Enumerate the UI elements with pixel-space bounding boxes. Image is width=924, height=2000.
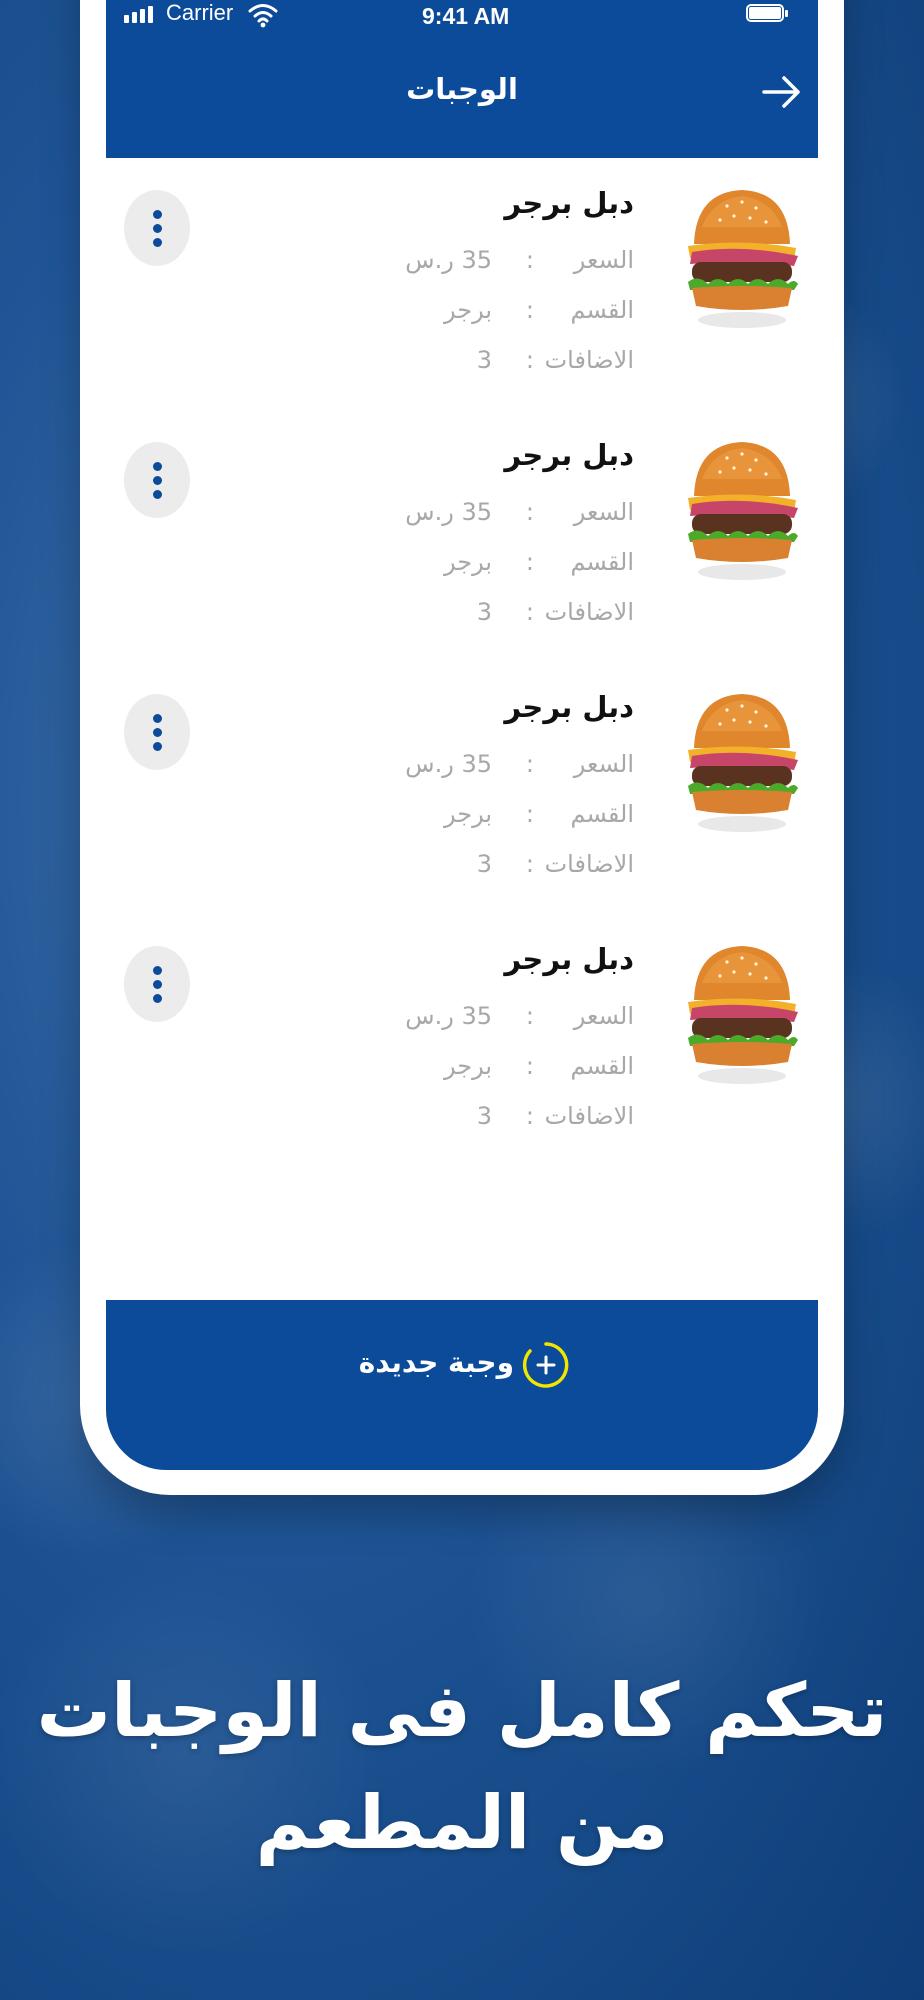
more-options-icon[interactable]: [124, 694, 190, 770]
price-row: السعر : 35 ر.س: [334, 498, 634, 538]
category-row: القسم : برجر: [334, 296, 634, 336]
colon: :: [525, 750, 534, 778]
price-label: السعر: [573, 246, 634, 274]
category-value: برجر: [444, 548, 492, 576]
promo-line-1: تحكم كامل فى الوجبات: [36, 1668, 888, 1754]
category-label: القسم: [570, 548, 634, 576]
addons-label: الاضافات: [544, 1102, 634, 1130]
price-label: السعر: [573, 1002, 634, 1030]
addons-label: الاضافات: [544, 598, 634, 626]
category-row: القسم : برجر: [334, 800, 634, 840]
addons-value: 3: [476, 1102, 492, 1130]
wifi-icon: [248, 4, 278, 28]
page-title: الوجبات: [406, 72, 518, 106]
phone-frame: Carrier 9:41 AM الوجبات دبل برجر السعر:…: [80, 0, 844, 1495]
colon: :: [525, 1052, 534, 1080]
addons-row: الاضافات : 3: [334, 346, 634, 386]
addons-value: 3: [476, 598, 492, 626]
price-label: السعر: [573, 498, 634, 526]
signal-icon: [124, 6, 153, 23]
arrow-right-icon[interactable]: [760, 70, 804, 114]
addons-value: 3: [476, 346, 492, 374]
colon: :: [525, 850, 534, 878]
addons-label: الاضافات: [544, 850, 634, 878]
colon: :: [525, 800, 534, 828]
colon: :: [525, 296, 534, 324]
meal-name: دبل برجر: [504, 186, 634, 220]
colon: :: [525, 548, 534, 576]
add-meal-label: وجبة جديدة: [358, 1346, 514, 1379]
addons-row: الاضافات : 3: [334, 850, 634, 890]
plus-circle-icon: [522, 1342, 569, 1388]
price-value: 35 ر.س: [405, 750, 492, 778]
category-value: برجر: [444, 1052, 492, 1080]
colon: :: [525, 1002, 534, 1030]
colon: :: [525, 598, 534, 626]
burger-image: [688, 190, 798, 328]
list-item[interactable]: دبل برجر السعر : 35 ر.س القسم : برجر الا…: [106, 914, 818, 1166]
category-value: برجر: [444, 296, 492, 324]
more-options-icon[interactable]: [124, 190, 190, 266]
category-label: القسم: [570, 800, 634, 828]
meal-name: دبل برجر: [504, 438, 634, 472]
battery-icon: [746, 4, 790, 24]
app-header: Carrier 9:41 AM الوجبات: [106, 0, 818, 158]
price-row: السعر : 35 ر.س: [334, 1002, 634, 1042]
category-row: القسم : برجر: [334, 1052, 634, 1092]
app-screen: Carrier 9:41 AM الوجبات دبل برجر السعر:…: [106, 0, 818, 1470]
price-row: السعر : 35 ر.س: [334, 246, 634, 286]
price-value: 35 ر.س: [405, 1002, 492, 1030]
colon: :: [525, 498, 534, 526]
promo-caption: تحكم كامل فى الوجبات من المطعم: [0, 1655, 924, 1879]
addons-value: 3: [476, 850, 492, 878]
carrier-name: Carrier: [166, 0, 234, 25]
colon: :: [525, 246, 534, 274]
addons-row: الاضافات : 3: [334, 598, 634, 638]
list-item[interactable]: دبل برجر السعر : 35 ر.س القسم : برجر الا…: [106, 410, 818, 664]
addons-label: الاضافات: [544, 346, 634, 374]
colon: :: [525, 1102, 534, 1130]
burger-image: [688, 694, 798, 832]
category-label: القسم: [570, 1052, 634, 1080]
add-meal-button[interactable]: وجبة جديدة: [106, 1300, 818, 1470]
more-options-icon[interactable]: [124, 946, 190, 1022]
burger-image: [688, 442, 798, 580]
addons-row: الاضافات : 3: [334, 1102, 634, 1142]
category-row: القسم : برجر: [334, 548, 634, 588]
colon: :: [525, 346, 534, 374]
more-options-icon[interactable]: [124, 442, 190, 518]
status-time: 9:41 AM: [422, 3, 510, 29]
price-value: 35 ر.س: [405, 246, 492, 274]
category-value: برجر: [444, 800, 492, 828]
price-value: 35 ر.س: [405, 498, 492, 526]
list-item[interactable]: دبل برجر السعر : 35 ر.س القسم : برجر الا…: [106, 158, 818, 412]
promo-line-2: من المطعم: [255, 1780, 669, 1866]
meal-name: دبل برجر: [504, 942, 634, 976]
category-label: القسم: [570, 296, 634, 324]
burger-image: [688, 946, 798, 1084]
list-item[interactable]: دبل برجر السعر : 35 ر.س القسم : برجر الا…: [106, 662, 818, 916]
price-row: السعر : 35 ر.س: [334, 750, 634, 790]
price-label: السعر: [573, 750, 634, 778]
meal-name: دبل برجر: [504, 690, 634, 724]
status-bar: Carrier 9:41 AM: [106, 0, 818, 36]
